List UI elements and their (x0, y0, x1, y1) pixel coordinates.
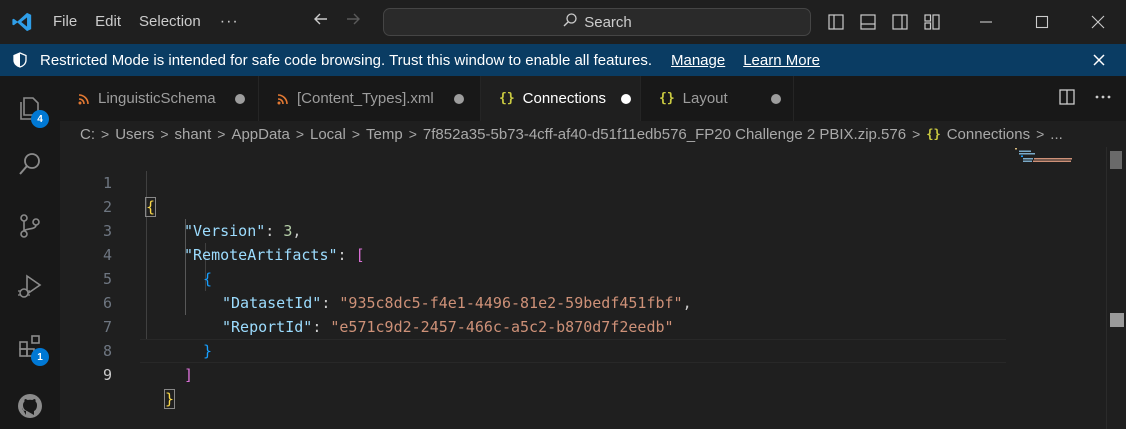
breadcrumb-item[interactable]: Temp (366, 126, 403, 143)
code-line: 4 { (60, 219, 1006, 288)
tab-label: Connections (522, 90, 607, 107)
explorer-badge: 4 (31, 110, 49, 128)
maximize-icon[interactable] (1014, 0, 1070, 44)
unsaved-dot-icon[interactable] (621, 94, 631, 104)
menu-bar: File Edit Selection ··· (44, 0, 249, 44)
chevron-right-icon: > (217, 126, 226, 142)
breadcrumb-item[interactable]: shant (175, 126, 212, 143)
chevron-right-icon: > (1036, 126, 1045, 142)
json-braces-icon: {} (926, 127, 941, 141)
rss-icon (78, 93, 90, 105)
menu-more-button[interactable]: ··· (210, 13, 249, 31)
json-braces-icon: {} (499, 91, 515, 106)
code-line: 3 "RemoteArtifacts": [ (60, 195, 1006, 264)
extensions-icon[interactable]: 1 (0, 318, 60, 374)
run-debug-icon[interactable] (0, 258, 60, 314)
scrollbar-thumb[interactable] (1110, 151, 1122, 169)
source-control-icon[interactable] (0, 198, 60, 254)
chevron-right-icon: > (351, 126, 361, 142)
more-actions-icon[interactable] (1094, 88, 1112, 109)
editor-tabs: LinguisticSchema [Content_Types].xml {} … (60, 76, 1126, 121)
tab-connections[interactable]: {} Connections (481, 76, 641, 121)
minimize-icon[interactable] (958, 0, 1014, 44)
code-line: 9 } (60, 339, 1006, 409)
line-number: 9 (102, 366, 112, 384)
scrollbar-cursor-marker (1110, 313, 1124, 327)
close-banner-icon[interactable] (1090, 51, 1108, 69)
code-line: 6 "ReportId": "e571c9d2-2457-466c-a5c2-b… (60, 267, 1006, 336)
breadcrumb-item[interactable]: 7f852a35-5b73-4cff-af40-d51f11edb576_FP2… (423, 126, 906, 143)
extensions-badge: 1 (31, 348, 49, 366)
vscode-logo-icon[interactable] (0, 0, 44, 44)
code-line: 1 { (60, 147, 1006, 217)
tab-label: Layout (682, 90, 728, 107)
split-editor-icon[interactable] (1058, 88, 1076, 109)
rss-icon (277, 93, 289, 105)
search-label: Search (584, 13, 632, 31)
shield-icon (0, 52, 40, 68)
brace-token: } (163, 389, 176, 409)
banner-message: Restricted Mode is intended for safe cod… (40, 51, 652, 69)
customize-layout-icon[interactable] (922, 12, 942, 32)
breadcrumb: C: > Users > shant > AppData > Local > T… (60, 121, 1126, 147)
tab-content-types[interactable]: [Content_Types].xml (259, 76, 481, 121)
unsaved-dot-icon[interactable] (771, 94, 781, 104)
json-braces-icon: {} (659, 91, 675, 106)
unsaved-dot-icon[interactable] (235, 94, 245, 104)
menu-edit[interactable]: Edit (86, 0, 130, 44)
breadcrumb-item[interactable]: Local (310, 126, 346, 143)
breadcrumb-item[interactable]: C: (80, 126, 95, 143)
chevron-right-icon: > (912, 126, 921, 142)
back-arrow-icon[interactable] (312, 10, 330, 34)
unsaved-dot-icon[interactable] (454, 94, 464, 104)
manage-link[interactable]: Manage (671, 52, 725, 69)
learn-more-link[interactable]: Learn More (743, 52, 820, 69)
command-center-search[interactable]: Search (383, 8, 811, 36)
tab-layout[interactable]: {} Layout (641, 76, 794, 121)
menu-selection[interactable]: Selection (130, 0, 210, 44)
chevron-right-icon: > (408, 126, 417, 142)
tab-linguisticschema[interactable]: LinguisticSchema (60, 76, 259, 121)
search-view-icon[interactable] (0, 136, 60, 192)
breadcrumb-item[interactable]: Users (115, 126, 154, 143)
explorer-icon[interactable]: 4 (0, 80, 60, 136)
code-line: 5 "DatasetId": "935c8dc5-f4e1-4496-81e2-… (60, 243, 1006, 312)
activity-bar: 4 1 (0, 76, 60, 429)
bracket-token: ] (184, 366, 194, 384)
chevron-right-icon: > (160, 126, 169, 142)
chevron-right-icon: > (295, 126, 304, 142)
breadcrumb-item[interactable]: AppData (231, 126, 289, 143)
code-line: 7 } (60, 291, 1006, 360)
minimap[interactable] (1015, 148, 1095, 168)
tab-label: [Content_Types].xml (297, 90, 434, 107)
search-icon (562, 12, 578, 32)
code-line: 2 "Version": 3, (60, 171, 1006, 240)
restricted-mode-banner: Restricted Mode is intended for safe cod… (0, 44, 1126, 76)
code-editor[interactable]: 1 { 2 "Version": 3, 3 "RemoteArtifacts":… (60, 147, 1106, 429)
close-window-icon[interactable] (1070, 0, 1126, 44)
breadcrumb-item[interactable]: Connections (947, 126, 1030, 143)
tab-label: LinguisticSchema (98, 90, 216, 107)
chevron-right-icon: > (101, 126, 110, 142)
toggle-secondary-sidebar-icon[interactable] (890, 12, 910, 32)
vertical-scrollbar[interactable] (1106, 147, 1126, 429)
github-icon[interactable] (0, 378, 60, 429)
breadcrumb-item[interactable]: ... (1050, 126, 1063, 143)
toggle-panel-icon[interactable] (858, 12, 878, 32)
code-line: 8 ] (60, 315, 1006, 384)
menu-file[interactable]: File (44, 0, 86, 44)
toggle-primary-sidebar-icon[interactable] (826, 12, 846, 32)
forward-arrow-icon[interactable] (344, 10, 362, 34)
title-bar: File Edit Selection ··· Search (0, 0, 1126, 44)
